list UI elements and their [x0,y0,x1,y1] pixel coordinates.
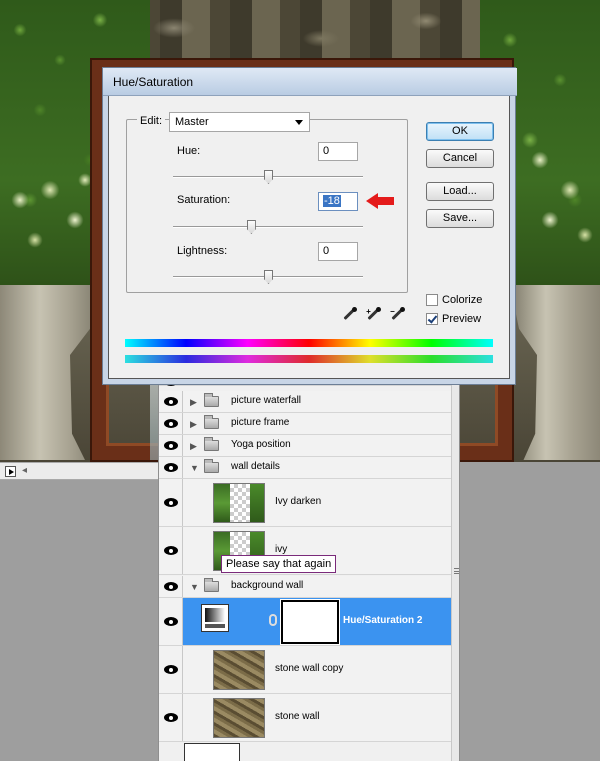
eye-icon[interactable] [159,413,183,434]
folder-icon [204,458,219,473]
eye-icon[interactable] [159,694,183,741]
layer-name: Yoga position [231,438,291,450]
folder-icon [204,577,219,592]
preview-label: Preview [442,313,482,325]
eye-icon[interactable] [159,527,183,574]
colorize-checkbox[interactable] [426,294,438,306]
chevron-down-icon [295,120,303,125]
saturation-label: Saturation: [177,194,231,206]
saturation-slider-track[interactable] [173,226,363,228]
layer-name: wall details [231,460,280,472]
eye-icon[interactable] [159,598,183,645]
adjusted-spectrum-bar [125,355,493,363]
save-button[interactable]: Save... [426,209,494,228]
hydrangea-right [520,140,600,260]
scroll-left-icon[interactable]: ◂ [22,465,27,476]
edit-dropdown-value: Master [175,116,209,128]
layer-row-selected[interactable]: Hue/Saturation 2 [183,598,451,646]
layer-row[interactable]: stone wall [159,694,451,742]
play-icon[interactable] [5,466,16,477]
eye-icon[interactable] [159,391,183,412]
layer-mask-thumbnail[interactable] [281,600,339,644]
layer-row[interactable]: Ivy darken [159,479,451,527]
adjustment-layer-icon [201,604,229,632]
eye-icon[interactable] [159,378,183,385]
lightness-input[interactable]: 0 [318,242,358,261]
hue-label: Hue: [177,145,201,157]
layer-thumbnail [213,698,265,738]
collapse-arrow-icon[interactable]: ▼ [190,463,199,473]
color-spectrum-bar [125,339,493,347]
layer-thumbnail [213,483,265,523]
edit-dropdown[interactable]: Master [169,112,310,132]
lightness-value: 0 [323,245,330,257]
link-icon[interactable] [269,614,277,626]
layer-thumbnail-partial [184,743,240,761]
saturation-input[interactable]: -18 [318,192,358,211]
red-arrow-icon [366,193,396,209]
stone-urn-left [0,285,100,460]
lightness-label: Lightness: [177,245,228,257]
folder-icon [204,436,219,451]
eye-icon[interactable] [159,646,183,693]
folder-icon [204,392,219,407]
edit-label: Edit: [137,115,166,127]
layer-row-partial[interactable] [159,378,451,386]
layers-scrollbar[interactable] [451,378,459,761]
load-button[interactable]: Load... [426,182,494,201]
hue-value: 0 [323,145,330,157]
colorize-label: Colorize [442,294,483,306]
layer-name: Hue/Saturation 2 [343,614,423,626]
eyedropper-subtract-icon[interactable]: − [390,307,406,323]
eye-icon[interactable] [159,457,183,478]
layer-name: stone wall copy [275,662,344,674]
layer-name: Ivy darken [275,495,322,507]
eyedropper-icon[interactable] [342,307,358,323]
dialog-titlebar[interactable]: Hue/Saturation [103,68,517,96]
preview-checkbox[interactable] [426,313,438,325]
expand-arrow-icon[interactable]: ▶ [190,441,197,452]
timeline-scrollbar[interactable]: ◂ [0,462,158,480]
eyedropper-add-icon[interactable]: + [366,307,382,323]
collapse-arrow-icon[interactable]: ▼ [190,582,199,592]
eye-icon[interactable] [159,479,183,526]
expand-arrow-icon[interactable]: ▶ [190,419,197,430]
layer-name: ivy [275,543,288,555]
ok-button[interactable]: OK [426,122,494,141]
layer-group-row[interactable]: ▶ Yoga position [159,435,451,457]
eye-cell[interactable] [159,598,183,646]
eye-icon[interactable] [159,576,183,597]
saturation-value: -18 [323,195,341,207]
layer-group-row[interactable]: ▼ background wall [159,576,451,598]
layer-group-row[interactable]: ▶ picture waterfall [159,391,451,413]
layer-name: picture frame [231,416,290,428]
tooltip: Please say that again [221,555,337,573]
layer-name: background wall [231,579,304,591]
hue-saturation-dialog: Hue/Saturation Edit: Master Hue: 0 Satur… [103,68,517,379]
hue-input[interactable]: 0 [318,142,358,161]
scroll-grip-icon[interactable] [454,568,459,574]
dialog-title: Hue/Saturation [113,75,194,89]
layer-name: picture waterfall [231,394,302,406]
layer-thumbnail [213,650,265,690]
eye-icon[interactable] [159,435,183,456]
folder-icon [204,414,219,429]
hydrangea-left [0,160,100,280]
expand-arrow-icon[interactable]: ▶ [190,397,197,408]
layer-name: stone wall [275,710,320,722]
layer-group-row[interactable]: ▼ wall details [159,457,451,479]
layer-row[interactable]: stone wall copy [159,646,451,694]
cancel-button[interactable]: Cancel [426,149,494,168]
stone-urn-right [510,285,600,460]
layer-group-row[interactable]: ▶ picture frame [159,413,451,435]
